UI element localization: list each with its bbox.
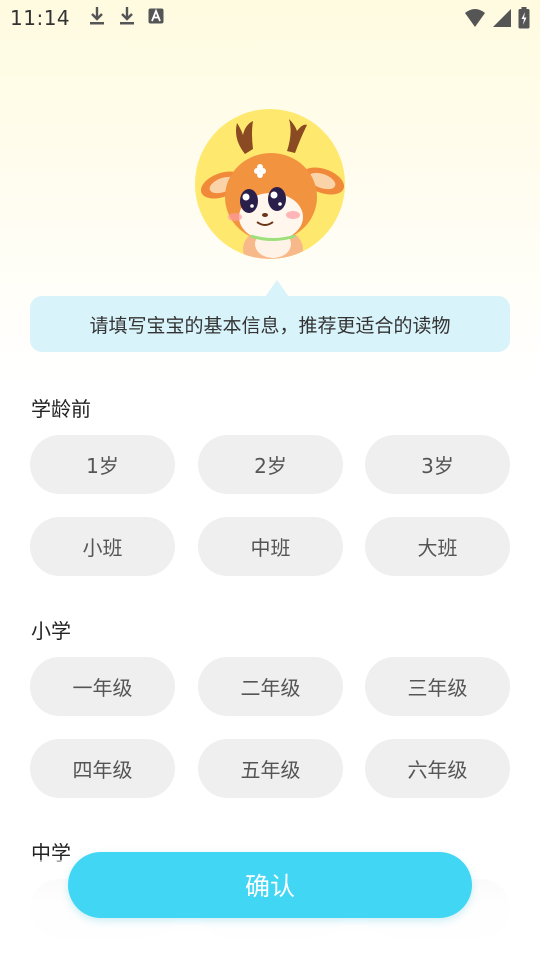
option-chip[interactable]: 3岁 <box>365 435 510 494</box>
option-chip[interactable]: 中班 <box>198 517 343 576</box>
section-title-primary: 小学 <box>31 619 71 643</box>
download-icon <box>88 6 106 30</box>
option-chip[interactable]: 1岁 <box>30 435 175 494</box>
hint-bubble: 请填写宝宝的基本信息，推荐更适合的读物 <box>30 296 510 352</box>
battery-charging-icon <box>518 7 530 33</box>
cellular-signal-icon <box>492 8 512 32</box>
wifi-icon <box>464 8 486 32</box>
option-chip[interactable]: 小班 <box>30 517 175 576</box>
section-title-preschool: 学龄前 <box>31 397 91 421</box>
option-chip[interactable]: 五年级 <box>198 739 343 798</box>
bubble-tail <box>265 280 289 297</box>
deer-mascot-icon <box>200 119 345 259</box>
status-time: 11:14 <box>10 6 71 30</box>
avatar <box>195 109 345 259</box>
option-chip[interactable]: 2岁 <box>198 435 343 494</box>
option-chip[interactable]: 四年级 <box>30 739 175 798</box>
hint-text: 请填写宝宝的基本信息，推荐更适合的读物 <box>89 314 451 337</box>
download-icon <box>118 6 136 30</box>
font-a-icon <box>148 8 164 28</box>
confirm-button[interactable]: 确认 <box>68 852 472 918</box>
option-chip[interactable]: 一年级 <box>30 657 175 716</box>
option-chip[interactable]: 大班 <box>365 517 510 576</box>
option-chip[interactable]: 三年级 <box>365 657 510 716</box>
option-chip[interactable]: 二年级 <box>198 657 343 716</box>
status-bar: 11:14 <box>0 0 540 36</box>
option-chip[interactable]: 六年级 <box>365 739 510 798</box>
